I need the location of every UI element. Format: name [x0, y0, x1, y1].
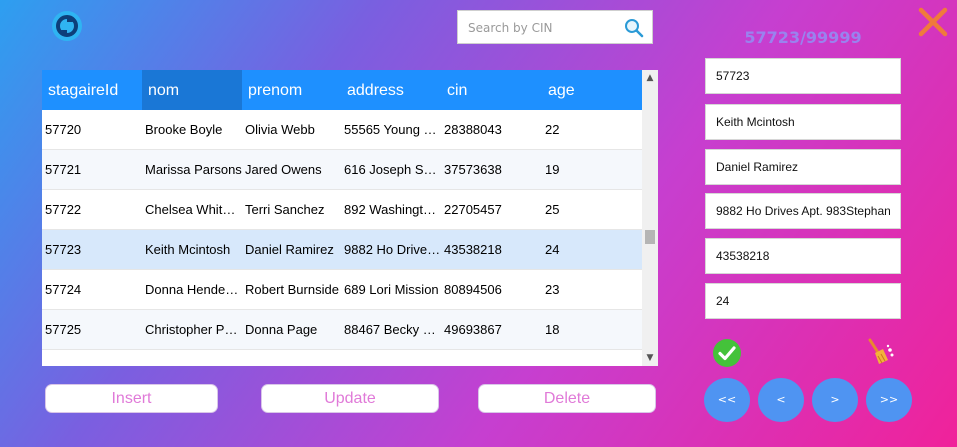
next-record-button[interactable]: >: [812, 378, 858, 422]
grid-vertical-scrollbar[interactable]: ▲ ▼: [642, 70, 658, 366]
cell-age: 22: [545, 122, 560, 137]
id-field-box: [705, 58, 901, 94]
cell-age: 19: [545, 162, 560, 177]
cell-prenom: Terri Sanchez: [245, 202, 325, 217]
age-field-box: [705, 283, 901, 319]
search-box: [457, 10, 653, 44]
grid-header: stagaireId nom prenom address cin age: [42, 70, 642, 110]
cell-nom: Marissa Parsons: [145, 162, 242, 177]
scroll-down-arrow-icon[interactable]: ▼: [642, 350, 658, 366]
prenom-field-box: [705, 149, 901, 185]
prenom-field[interactable]: [706, 150, 900, 184]
table-row[interactable]: 57724 Donna Henderson Robert Burnside 68…: [42, 270, 642, 310]
scroll-up-arrow-icon[interactable]: ▲: [642, 70, 658, 86]
cell-cin: 49693867: [444, 322, 502, 337]
cell-nom: Brooke Boyle: [145, 122, 223, 137]
cell-nom: Keith Mcintosh: [145, 242, 231, 257]
cell-address: 892 Washington Road: [344, 202, 441, 217]
column-header-cin[interactable]: cin: [441, 70, 542, 110]
search-icon[interactable]: [624, 18, 644, 38]
cell-cin: 22705457: [444, 202, 502, 217]
cell-address: 88467 Becky Heights: [344, 322, 441, 337]
cell-id: 57724: [45, 282, 82, 297]
column-header-stagaireid[interactable]: stagaireId: [42, 70, 142, 110]
cell-age: 18: [545, 322, 560, 337]
table-row[interactable]: 57720 Brooke Boyle Olivia Webb 55565 You…: [42, 110, 642, 150]
record-counter: 57723/99999: [744, 28, 862, 47]
cell-id: 57721: [45, 162, 82, 177]
table-row-selected[interactable]: 57723 Keith Mcintosh Daniel Ramirez 9882…: [42, 230, 642, 270]
nom-field-box: [705, 104, 901, 140]
cell-cin: 43538218: [444, 242, 502, 257]
app-logo-icon: [51, 10, 83, 42]
column-header-nom[interactable]: nom: [142, 70, 242, 110]
previous-record-button[interactable]: <: [758, 378, 804, 422]
delete-button[interactable]: Delete: [478, 384, 656, 413]
cin-field[interactable]: [706, 239, 900, 273]
table-row[interactable]: 57721 Marissa Parsons Jared Owens 616 Jo…: [42, 150, 642, 190]
cell-cin: 37573638: [444, 162, 502, 177]
cell-address: 689 Lori Mission: [344, 282, 439, 297]
cell-cin: 28388043: [444, 122, 502, 137]
address-field[interactable]: [706, 194, 900, 228]
grid-body: 57720 Brooke Boyle Olivia Webb 55565 You…: [42, 110, 642, 350]
first-record-button[interactable]: <<: [704, 378, 750, 422]
cell-prenom: Olivia Webb: [245, 122, 315, 137]
cell-prenom: Daniel Ramirez: [245, 242, 334, 257]
cell-age: 24: [545, 242, 560, 257]
clear-broom-icon[interactable]: [862, 336, 896, 370]
search-input[interactable]: [466, 17, 620, 39]
cell-id: 57720: [45, 122, 82, 137]
cin-field-box: [705, 238, 901, 274]
confirm-check-icon[interactable]: [712, 338, 742, 368]
id-field[interactable]: [706, 59, 900, 93]
column-header-age[interactable]: age: [542, 70, 642, 110]
cell-nom: Christopher Page: [145, 322, 242, 337]
cell-age: 25: [545, 202, 560, 217]
address-field-box: [705, 193, 901, 229]
table-row[interactable]: 57725 Christopher Page Donna Page 88467 …: [42, 310, 642, 350]
cell-prenom: Robert Burnside: [245, 282, 339, 297]
stagiaire-grid: stagaireId nom prenom address cin age 57…: [42, 70, 658, 366]
cell-nom: Donna Henderson: [145, 282, 242, 297]
close-icon[interactable]: [916, 5, 950, 39]
cell-id: 57725: [45, 322, 82, 337]
cell-cin: 80894506: [444, 282, 502, 297]
cell-id: 57722: [45, 202, 82, 217]
last-record-button[interactable]: >>: [866, 378, 912, 422]
cell-id: 57723: [45, 242, 82, 257]
table-row[interactable]: 57722 Chelsea Whitney Terri Sanchez 892 …: [42, 190, 642, 230]
nom-field[interactable]: [706, 105, 900, 139]
insert-button[interactable]: Insert: [45, 384, 218, 413]
cell-address: 616 Joseph Skyway: [344, 162, 441, 177]
column-header-address[interactable]: address: [341, 70, 441, 110]
cell-address: 9882 Ho Drives Apt. 983: [344, 242, 441, 257]
column-header-prenom[interactable]: prenom: [242, 70, 341, 110]
cell-address: 55565 Young Summit: [344, 122, 441, 137]
age-field[interactable]: [706, 284, 900, 318]
cell-prenom: Jared Owens: [245, 162, 322, 177]
scrollbar-thumb[interactable]: [645, 230, 655, 244]
cell-prenom: Donna Page: [245, 322, 318, 337]
update-button[interactable]: Update: [261, 384, 439, 413]
cell-age: 23: [545, 282, 560, 297]
cell-nom: Chelsea Whitney: [145, 202, 242, 217]
